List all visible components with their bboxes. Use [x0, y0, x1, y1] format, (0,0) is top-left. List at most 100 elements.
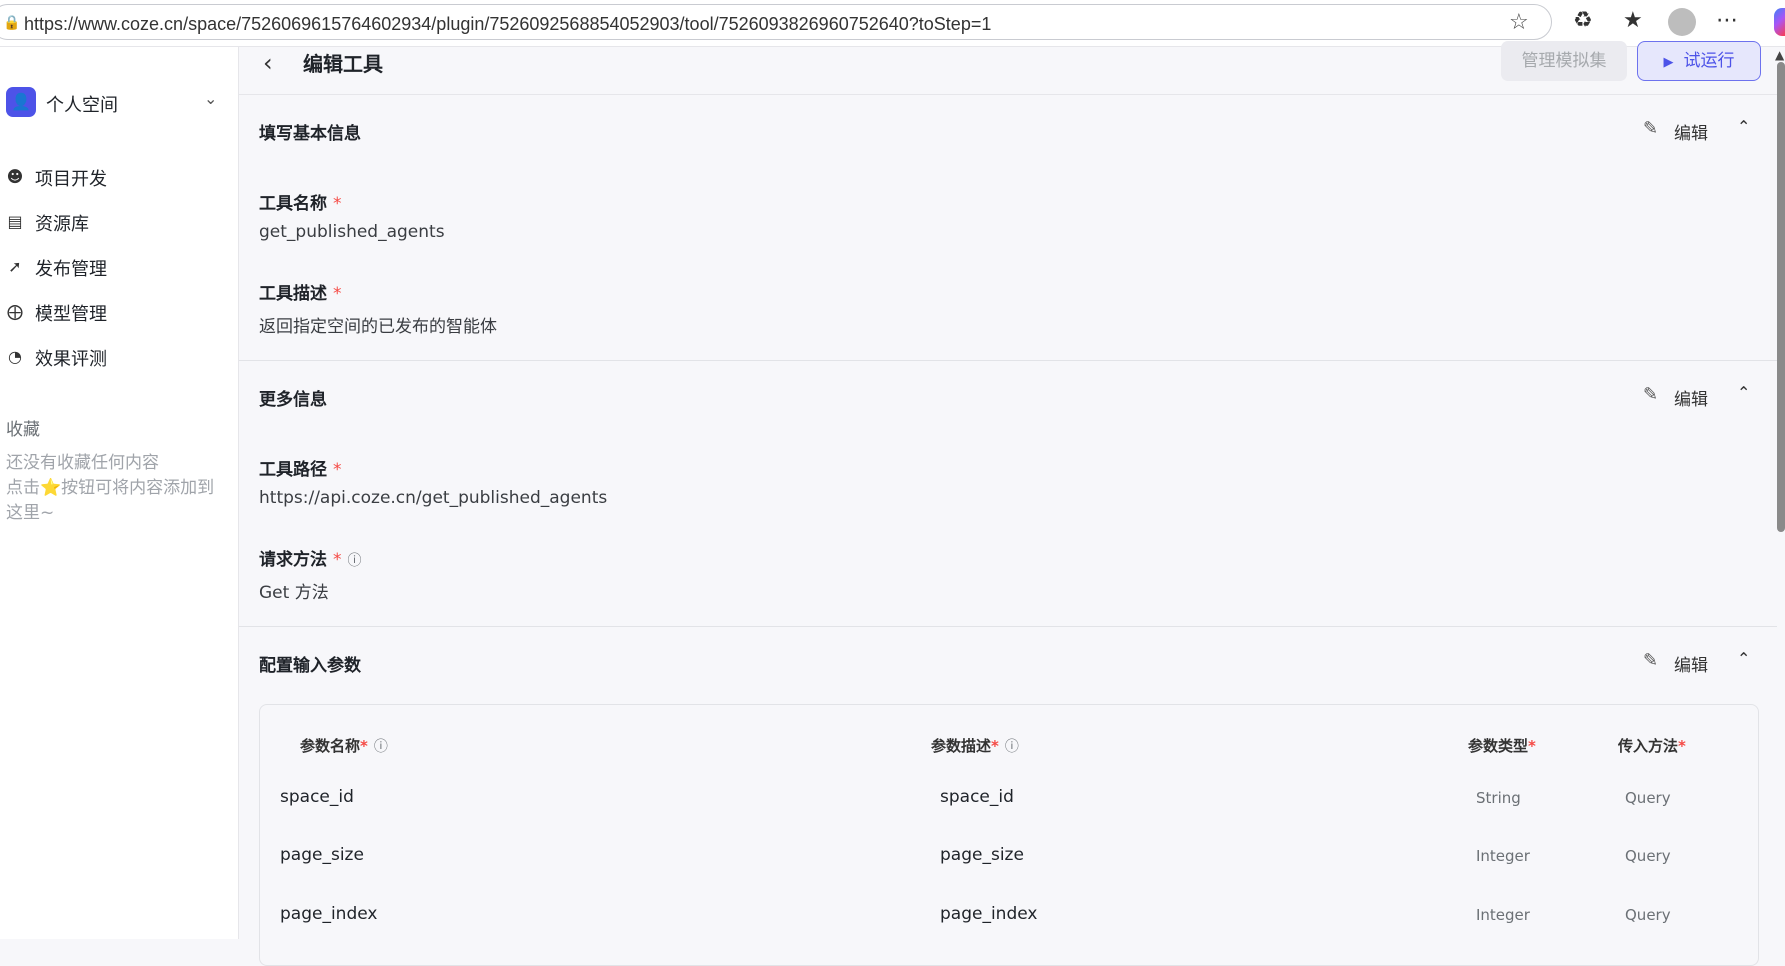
info-icon[interactable]: ⓘ [374, 739, 388, 755]
param-name: page_index [280, 904, 378, 924]
chevron-up-icon[interactable]: ⌃ [1737, 649, 1750, 668]
sidebar-item-models[interactable]: ⨁ 模型管理 [6, 298, 226, 330]
column-header-text: 参数类型 [1468, 737, 1529, 755]
profile-avatar-icon[interactable] [1668, 8, 1696, 36]
test-run-label: 试运行 [1683, 51, 1735, 71]
param-desc: page_size [940, 845, 1024, 865]
user-icon: 👤 [6, 87, 36, 117]
sidebar-item-publish[interactable]: ➚ 发布管理 [6, 253, 226, 285]
scrollbar[interactable] [1777, 62, 1785, 532]
edit-label: 编辑 [1674, 124, 1708, 144]
required-mark: * [991, 737, 999, 755]
param-method: Query [1625, 847, 1671, 865]
address-url[interactable]: https://www.coze.cn/space/75260696157646… [24, 14, 991, 35]
section-title: 配置输入参数 [259, 656, 361, 676]
chevron-up-icon[interactable]: ⌃ [1737, 383, 1750, 402]
section-title: 更多信息 [259, 390, 327, 410]
info-icon[interactable]: ⓘ [348, 553, 362, 569]
column-header-text: 传入方法 [1618, 737, 1679, 755]
required-mark: * [1678, 737, 1686, 755]
required-mark: * [333, 550, 342, 570]
column-header-text: 参数名称 [300, 737, 361, 755]
section-title: 填写基本信息 [259, 124, 361, 144]
tool-name-value: get_published_agents [259, 222, 445, 242]
back-icon[interactable]: ‹ [263, 49, 273, 77]
favorites-empty-line: 点击⭐按钮可将内容添加到 [6, 476, 231, 501]
required-mark: * [333, 284, 342, 304]
column-header-type: 参数类型* [1468, 735, 1536, 756]
required-mark: * [333, 460, 342, 480]
sidebar: 👤 个人空间 ⌄ ☻ 项目开发 ▤ 资源库 ➚ 发布管理 ⨁ 模型管理 ◔ 效果… [0, 47, 239, 939]
sidebar-item-label: 资源库 [35, 214, 89, 235]
edit-label: 编辑 [1674, 656, 1708, 676]
chevron-up-icon[interactable]: ⌃ [1737, 117, 1750, 136]
favorites-title: 收藏 [6, 420, 40, 440]
tool-desc-value: 返回指定空间的已发布的智能体 [259, 317, 497, 337]
field-label: 请求方法 * ⓘ [259, 545, 362, 570]
extensions-icon[interactable]: ♻ [1573, 8, 1593, 33]
param-type: String [1476, 789, 1521, 807]
sidebar-item-evaluation[interactable]: ◔ 效果评测 [6, 343, 226, 375]
param-method: Query [1625, 906, 1671, 924]
field-label-text: 请求方法 [259, 550, 327, 570]
sidebar-item-projects[interactable]: ☻ 项目开发 [6, 163, 226, 195]
test-run-button[interactable]: ▶ 试运行 [1637, 41, 1761, 81]
lock-icon: 🔒 [3, 15, 21, 31]
input-params-table: 参数名称* ⓘ 参数描述* ⓘ 参数类型* 传入方法* space_id space… [259, 704, 1759, 966]
page-title: 编辑工具 [303, 52, 383, 76]
favorites-empty-line: 还没有收藏任何内容 [6, 453, 159, 473]
address-bar[interactable]: 🔒 https://www.coze.cn/space/752606961576… [0, 4, 1552, 40]
star-icon: ⭐ [40, 478, 62, 498]
bot-icon: ☻ [6, 167, 24, 186]
sidebar-item-label: 效果评测 [35, 349, 107, 370]
info-icon[interactable]: ⓘ [1005, 739, 1019, 755]
edit-label: 编辑 [1674, 390, 1708, 410]
column-header-text: 参数描述 [931, 737, 992, 755]
scroll-up-arrow-icon[interactable]: ▲ [1775, 48, 1785, 62]
edit-button[interactable]: ✎ 编辑 [1643, 650, 1713, 676]
browser-toolbar: 🔒 https://www.coze.cn/space/752606961576… [0, 0, 1785, 47]
library-icon: ▤ [7, 212, 23, 231]
field-label-text: 工具路径 [259, 460, 327, 480]
field-label: 工具路径 * [259, 455, 342, 480]
edit-icon: ✎ [1643, 118, 1659, 139]
favorites-list-icon[interactable]: ★ [1623, 8, 1643, 33]
rocket-icon: ➚ [8, 257, 22, 276]
manage-mock-set-button[interactable]: 管理模拟集 [1501, 41, 1627, 81]
param-name: space_id [280, 787, 354, 807]
edit-button[interactable]: ✎ 编辑 [1643, 384, 1713, 410]
play-icon: ▶ [1663, 55, 1674, 70]
sidebar-item-library[interactable]: ▤ 资源库 [6, 208, 226, 240]
field-label-text: 工具描述 [259, 284, 327, 304]
page-header: ‹ 编辑工具 管理模拟集 ▶ 试运行 [239, 41, 1777, 95]
more-menu-icon[interactable]: ⋯ [1716, 8, 1738, 33]
favorites-empty-fragment: 按钮可将内容添加到 [61, 478, 215, 498]
request-method-value: Get 方法 [259, 583, 329, 603]
param-desc: page_index [940, 904, 1038, 924]
more-info-section: 更多信息 ✎ 编辑 ⌃ 工具路径 * https://api.coze.cn/ge… [239, 361, 1777, 626]
required-mark: * [1528, 737, 1536, 755]
required-mark: * [333, 194, 342, 214]
favorites-empty-fragment: 点击 [6, 478, 40, 498]
param-type: Integer [1476, 906, 1530, 924]
column-header-desc: 参数描述* ⓘ [931, 735, 1019, 756]
model-icon: ⨁ [7, 302, 23, 321]
basic-info-section: 填写基本信息 ✎ 编辑 ⌃ 工具名称 * get_published_agents… [239, 95, 1777, 360]
column-header-method: 传入方法* [1618, 735, 1686, 756]
favorites-empty-text: 还没有收藏任何内容 点击⭐按钮可将内容添加到 这里~ [6, 451, 231, 526]
field-label: 工具描述 * [259, 279, 342, 304]
chevron-down-icon: ⌄ [204, 89, 218, 108]
field-label-text: 工具名称 [259, 194, 327, 214]
favorite-star-icon[interactable]: ☆ [1509, 10, 1529, 35]
sidebar-item-label: 发布管理 [35, 259, 107, 280]
space-selector[interactable]: 👤 个人空间 ⌄ [6, 87, 226, 119]
sidebar-item-label: 模型管理 [35, 304, 107, 325]
favorites-empty-line: 这里~ [6, 503, 55, 523]
param-name: page_size [280, 845, 364, 865]
gauge-icon: ◔ [8, 347, 22, 366]
copilot-icon[interactable] [1774, 8, 1785, 36]
param-type: Integer [1476, 847, 1530, 865]
field-label: 工具名称 * [259, 189, 342, 214]
edit-button[interactable]: ✎ 编辑 [1643, 118, 1713, 144]
space-label: 个人空间 [46, 95, 118, 116]
